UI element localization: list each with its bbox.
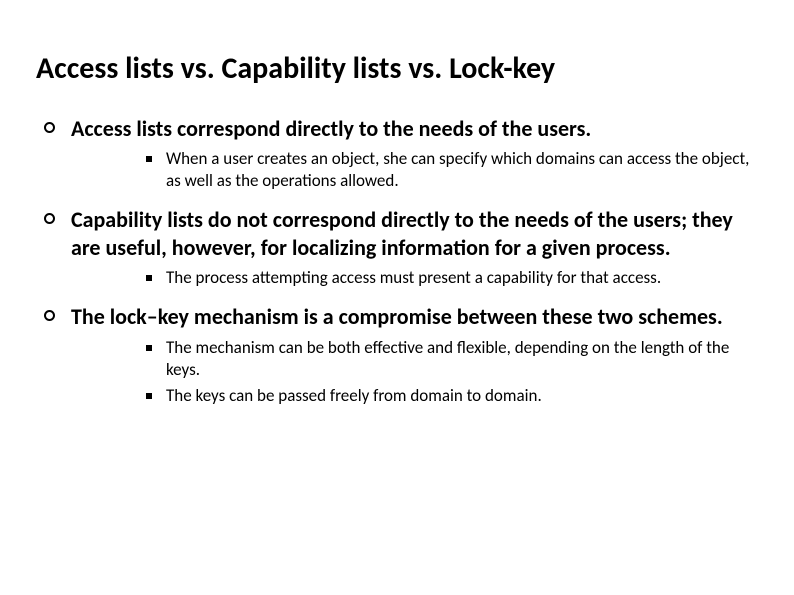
circle-bullet-icon — [44, 213, 55, 224]
bullet-text: Capability lists do not correspond direc… — [71, 206, 758, 261]
bullet-level1: The lock–key mechanism is a compromise b… — [44, 303, 758, 331]
bullet-level1: Access lists correspond directly to the … — [44, 115, 758, 143]
bullet-level2: The mechanism can be both effective and … — [146, 337, 758, 381]
bullet-text: Access lists correspond directly to the … — [71, 115, 758, 143]
circle-bullet-icon — [44, 310, 55, 321]
square-bullet-icon — [146, 156, 152, 162]
square-bullet-icon — [146, 345, 152, 351]
bullet-text: The process attempting access must prese… — [166, 267, 758, 289]
bullet-level2: When a user creates an object, she can s… — [146, 148, 758, 192]
slide-title: Access lists vs. Capability lists vs. Lo… — [36, 52, 758, 87]
bullet-level1: Capability lists do not correspond direc… — [44, 206, 758, 261]
square-bullet-icon — [146, 275, 152, 281]
bullet-level2: The process attempting access must prese… — [146, 267, 758, 289]
circle-bullet-icon — [44, 122, 55, 133]
bullet-text: When a user creates an object, she can s… — [166, 148, 758, 192]
slide: Access lists vs. Capability lists vs. Lo… — [0, 0, 794, 595]
bullet-text: The mechanism can be both effective and … — [166, 337, 758, 381]
bullet-level2: The keys can be passed freely from domai… — [146, 385, 758, 407]
square-bullet-icon — [146, 393, 152, 399]
bullet-text: The keys can be passed freely from domai… — [166, 385, 758, 407]
bullet-text: The lock–key mechanism is a compromise b… — [71, 303, 758, 331]
